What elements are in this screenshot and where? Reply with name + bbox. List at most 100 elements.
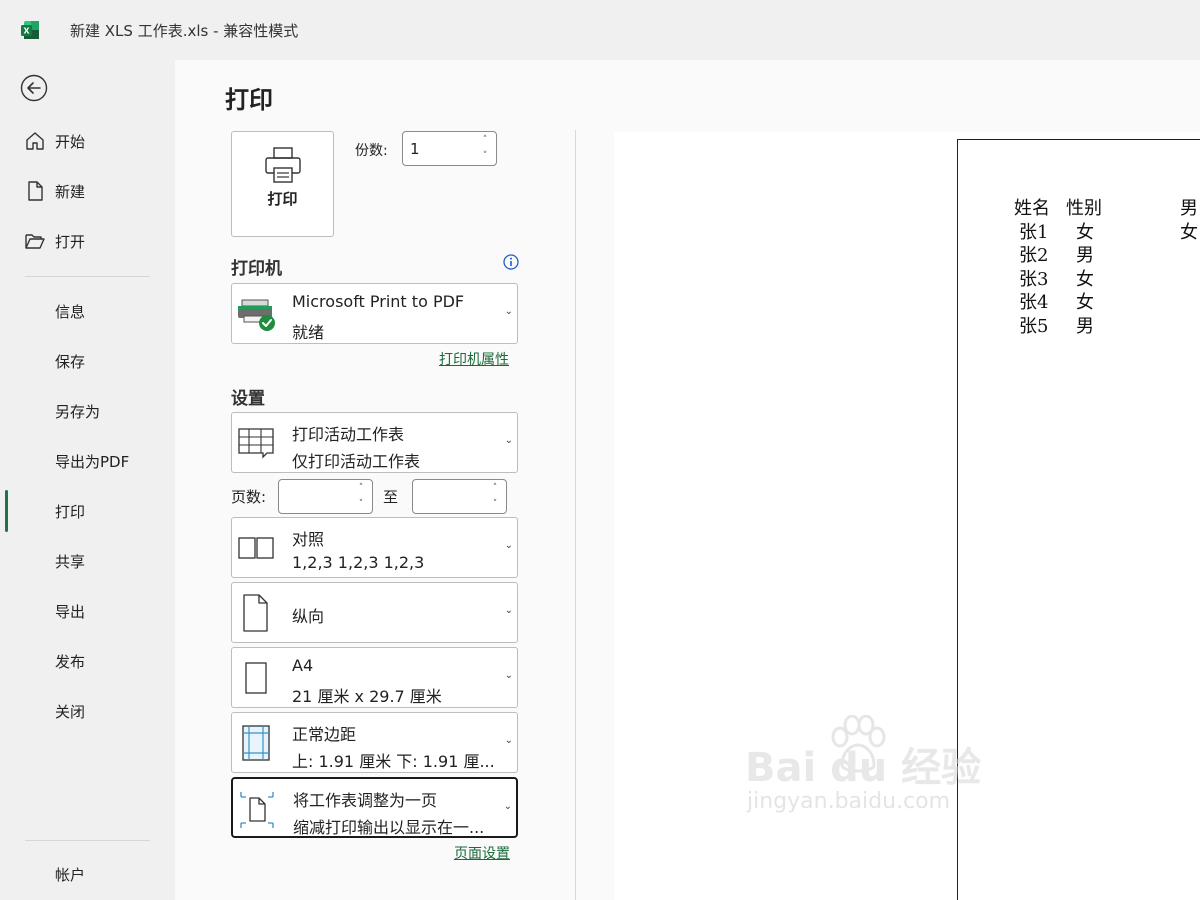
preview-header-row: 性别 — [1066, 194, 1102, 220]
nav-label: 打开 — [55, 233, 86, 251]
collate-icon — [238, 537, 274, 559]
nav-item-close[interactable]: 关闭 — [0, 690, 175, 730]
margins-title: 正常边距 — [292, 725, 357, 744]
preview-cell: 姓名 — [1014, 198, 1050, 219]
backstage-nav: 开始 新建 打开 信息 保存 另存为 导出为PDF 打印 共享 导出 发布 关闭 — [0, 60, 175, 900]
scaling-desc: 缩减打印输出以显示在一... — [293, 818, 485, 837]
watermark-url: jingyan.baidu.com — [747, 789, 951, 814]
printer-heading: 打印机 — [231, 259, 282, 279]
copies-stepper[interactable]: 1 ˄ ˅ — [402, 131, 497, 166]
watermark-brand: Bai du 经验 — [745, 745, 982, 791]
preview-cell: 女 — [1076, 222, 1094, 243]
chevron-down-icon: ⌄ — [504, 605, 513, 616]
excel-logo-icon — [21, 21, 39, 39]
baidu-jingyan-watermark: Bai du 经验 jingyan.baidu.com — [745, 715, 981, 835]
collate-title: 对照 — [292, 530, 325, 549]
nav-label: 关闭 — [55, 703, 86, 721]
decrement-icon[interactable]: ˅ — [480, 151, 490, 161]
decrement-icon[interactable]: ˅ — [356, 499, 366, 509]
margins-select[interactable]: 正常边距 上: 1.91 厘米 下: 1.91 厘... ⌄ — [231, 712, 518, 773]
paper-size-select[interactable]: A4 21 厘米 x 29.7 厘米 ⌄ — [231, 647, 518, 708]
info-icon[interactable] — [503, 254, 519, 270]
pages-to-input[interactable]: ˄ ˅ — [412, 479, 507, 514]
to-label: 至 — [383, 488, 399, 506]
preview-cell: 女 — [1180, 222, 1198, 243]
orientation-select[interactable]: 纵向 ⌄ — [231, 582, 518, 643]
print-what-select[interactable]: 打印活动工作表 仅打印活动工作表 ⌄ — [231, 412, 518, 473]
nav-divider — [25, 276, 150, 277]
nav-item-publish[interactable]: 发布 — [0, 640, 175, 680]
print-what-desc: 仅打印活动工作表 — [292, 452, 421, 471]
pages-from-input[interactable]: ˄ ˅ — [278, 479, 373, 514]
margins-desc: 上: 1.91 厘米 下: 1.91 厘... — [292, 752, 495, 771]
increment-icon[interactable]: ˄ — [480, 135, 490, 145]
title-bar: 新建 XLS 工作表.xls - 兼容性模式 — [0, 0, 1200, 60]
nav-label: 保存 — [55, 353, 86, 371]
nav-label: 开始 — [55, 133, 86, 151]
home-icon — [26, 132, 44, 150]
copies-label: 份数: — [355, 143, 388, 159]
nav-label: 信息 — [55, 303, 86, 321]
preview-cell: 张1 — [1019, 222, 1049, 243]
nav-item-info[interactable]: 信息 — [0, 290, 175, 330]
increment-icon[interactable]: ˄ — [356, 483, 366, 493]
paper-size-icon — [245, 662, 267, 694]
nav-item-export[interactable]: 导出 — [0, 590, 175, 630]
panel-divider — [575, 130, 576, 900]
paper-size-name: A4 — [292, 656, 314, 675]
nav-item-home[interactable]: 开始 — [0, 120, 175, 160]
preview-cell: 性别 — [1066, 198, 1102, 219]
printer-status: 就绪 — [292, 323, 325, 342]
nav-label: 另存为 — [55, 403, 101, 421]
printer-icon — [265, 147, 301, 183]
margins-icon — [242, 725, 270, 761]
preview-cell: 张5 — [1019, 316, 1049, 337]
chevron-down-icon: ⌄ — [503, 801, 512, 812]
increment-icon[interactable]: ˄ — [490, 483, 500, 493]
nav-item-export-pdf[interactable]: 导出为PDF — [0, 440, 175, 480]
page-title: 打印 — [225, 86, 273, 114]
preview-cell: 张4 — [1019, 292, 1049, 313]
printer-select[interactable]: Microsoft Print to PDF 就绪 ⌄ — [231, 283, 518, 344]
nav-item-open[interactable]: 打开 — [0, 220, 175, 260]
nav-label: 新建 — [55, 183, 86, 201]
portrait-page-icon — [243, 594, 268, 632]
preview-row: 张2 — [1019, 241, 1048, 267]
nav-item-share[interactable]: 共享 — [0, 540, 175, 580]
fit-to-page-icon — [240, 792, 274, 828]
preview-cell: 男 — [1180, 198, 1198, 219]
preview-row: 女 — [1076, 288, 1094, 314]
decrement-icon[interactable]: ˅ — [490, 499, 500, 509]
nav-label: 发布 — [55, 653, 86, 671]
back-arrow-icon[interactable] — [20, 74, 48, 102]
printer-properties-link[interactable]: 打印机属性 — [439, 349, 509, 369]
nav-divider — [25, 840, 150, 841]
nav-item-print[interactable]: 打印 — [0, 490, 175, 530]
scaling-select[interactable]: 将工作表调整为一页 缩减打印输出以显示在一... ⌄ — [231, 777, 518, 838]
print-button[interactable]: 打印 — [231, 131, 334, 237]
preview-cell: 张2 — [1019, 245, 1049, 266]
print-button-label: 打印 — [267, 190, 298, 208]
chevron-down-icon: ⌄ — [504, 435, 513, 446]
printer-ready-icon — [238, 299, 275, 331]
nav-item-account[interactable]: 帐户 — [0, 853, 175, 893]
nav-label: 打印 — [55, 503, 86, 521]
collate-select[interactable]: 对照 1,2,3 1,2,3 1,2,3 ⌄ — [231, 517, 518, 578]
chevron-down-icon: ⌄ — [504, 735, 513, 746]
preview-side-cell: 女 — [1180, 218, 1198, 244]
copies-value: 1 — [410, 140, 420, 158]
nav-item-save[interactable]: 保存 — [0, 340, 175, 380]
page-setup-link[interactable]: 页面设置 — [454, 843, 510, 863]
nav-item-new[interactable]: 新建 — [0, 170, 175, 210]
print-panel: 打印 打印 份数: 1 ˄ ˅ 打印机 Microsoft Print to P… — [175, 60, 1200, 900]
paper-size-dims: 21 厘米 x 29.7 厘米 — [292, 687, 442, 706]
scaling-title: 将工作表调整为一页 — [293, 791, 438, 810]
nav-label: 共享 — [55, 553, 86, 571]
orientation-value: 纵向 — [292, 607, 325, 626]
worksheet-grid-icon — [238, 428, 274, 459]
preview-row: 张4 — [1019, 288, 1048, 314]
preview-cell: 女 — [1076, 292, 1094, 313]
preview-row: 男 — [1076, 241, 1094, 267]
nav-item-save-as[interactable]: 另存为 — [0, 390, 175, 430]
preview-side-cell: 男 — [1180, 194, 1198, 220]
